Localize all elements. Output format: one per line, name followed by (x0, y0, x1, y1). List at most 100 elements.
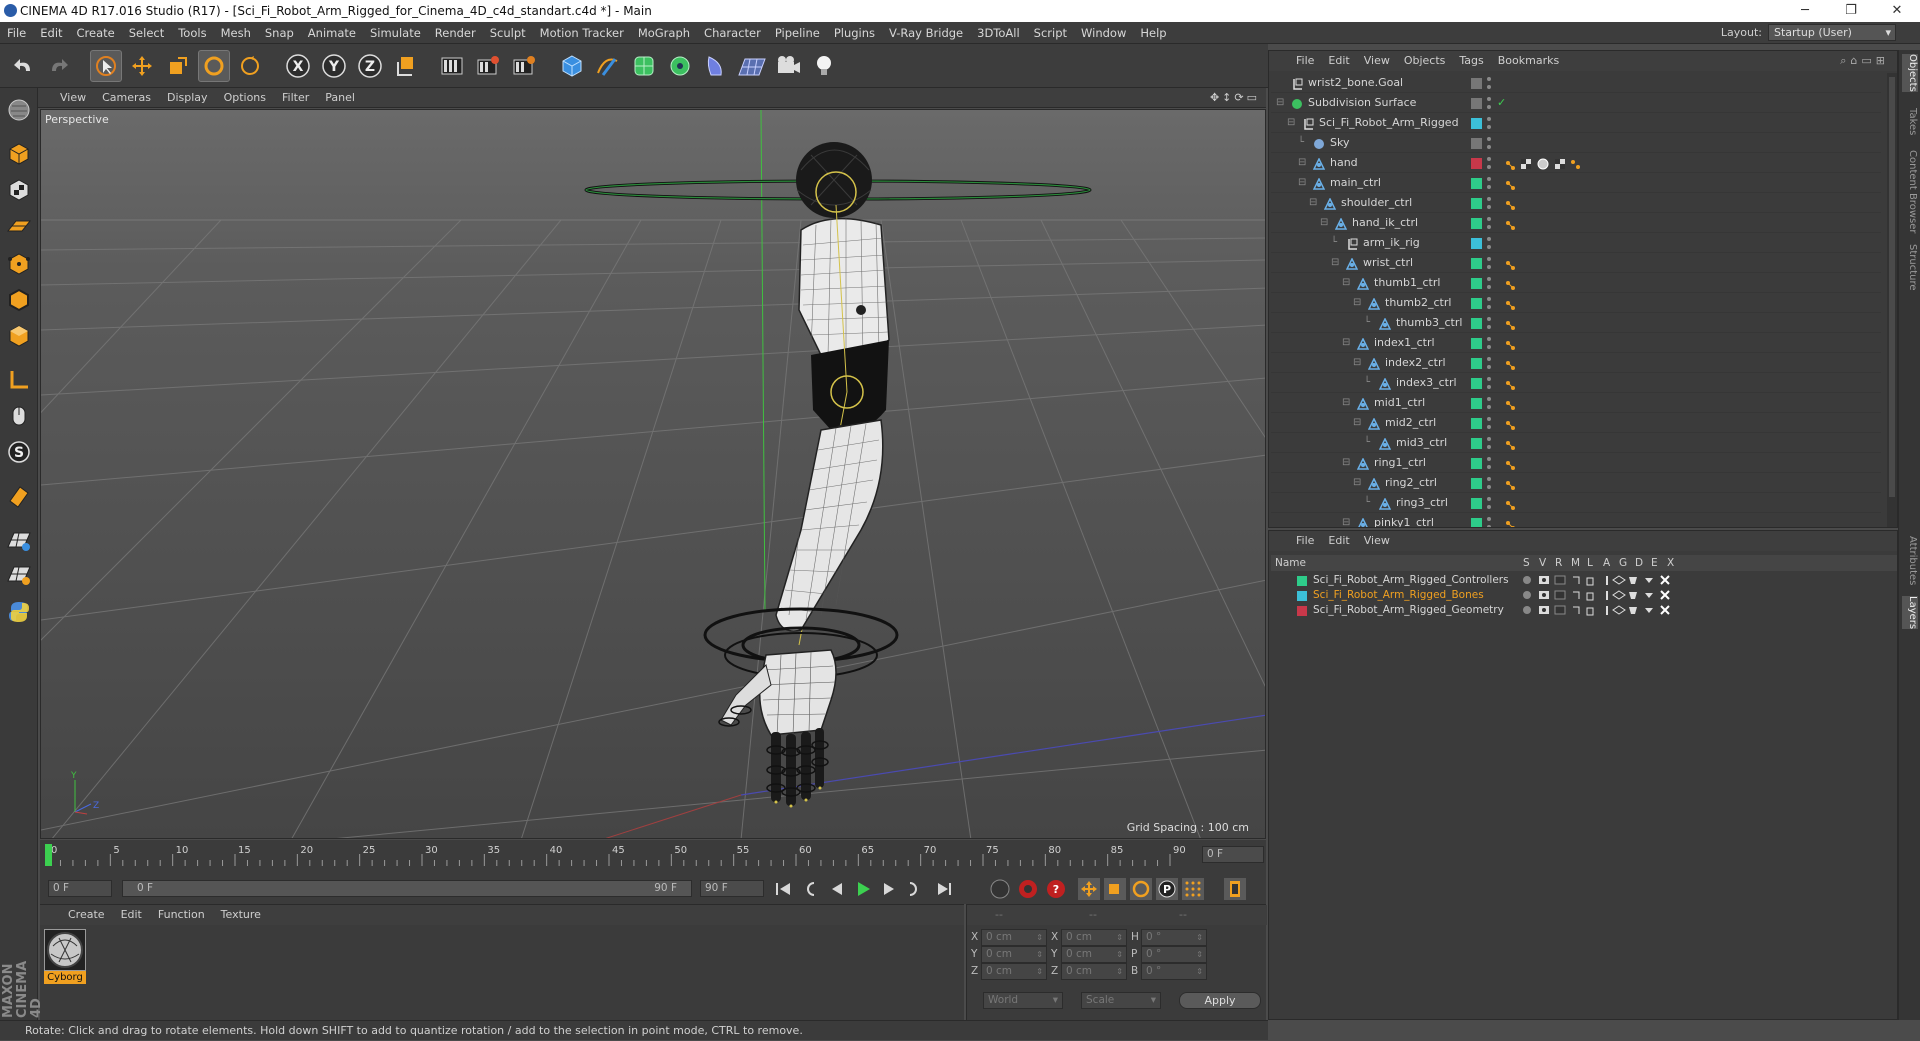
layer-color-swatch[interactable] (1471, 458, 1482, 469)
tab-takes[interactable]: Takes (1902, 108, 1918, 135)
layer-color-swatch[interactable] (1471, 278, 1482, 289)
menu-mesh[interactable]: Mesh (214, 22, 258, 44)
tree-expander-icon[interactable]: ⊟ (1353, 353, 1361, 373)
object-row[interactable]: ⊟ pinky1_ctrl (1271, 513, 1881, 527)
play-button[interactable] (858, 882, 870, 896)
cube-object-button[interactable] (556, 50, 588, 82)
menu-render[interactable]: Render (428, 22, 483, 44)
frame-range-slider[interactable]: 0 F 90 F (122, 880, 692, 897)
layer-color-swatch[interactable] (1471, 78, 1482, 89)
editor-visibility-dot[interactable] (1487, 97, 1491, 101)
apply-button[interactable]: Apply (1179, 992, 1261, 1009)
object-row[interactable]: ⊟ mid1_ctrl (1271, 393, 1881, 413)
layer-color-swatch[interactable] (1471, 338, 1482, 349)
menu-v-ray-bridge[interactable]: V-Ray Bridge (882, 22, 970, 44)
ik-tag-icon[interactable] (1505, 398, 1516, 410)
render-visibility-dot[interactable] (1487, 445, 1491, 449)
coord-position-field[interactable]: 0 cm ⇕ (981, 963, 1047, 980)
x-axis-lock[interactable]: X (282, 50, 314, 82)
workplane-mode-button[interactable] (3, 210, 35, 242)
object-row[interactable]: ⊟ Sci_Fi_Robot_Arm_Rigged (1271, 113, 1881, 133)
layout-dropdown[interactable]: Startup (User) ▾ (1768, 24, 1896, 41)
material-menu-function[interactable]: Function (150, 905, 213, 925)
menu-simulate[interactable]: Simulate (363, 22, 428, 44)
render-visibility-dot[interactable] (1487, 145, 1491, 149)
object-row[interactable]: ⊟ thumb2_ctrl (1271, 293, 1881, 313)
editor-visibility-dot[interactable] (1487, 177, 1491, 181)
coord-rotation-field[interactable]: 0 ° ⇕ (1141, 929, 1207, 946)
tree-expander-icon[interactable]: ⊟ (1342, 333, 1350, 353)
tree-expander-icon[interactable]: └ (1364, 433, 1370, 453)
editor-visibility-dot[interactable] (1487, 257, 1491, 261)
tree-expander-icon[interactable]: ⊟ (1342, 393, 1350, 413)
material-name[interactable]: Cyborg (44, 971, 86, 984)
make-editable-button[interactable] (3, 94, 35, 126)
layer-color-swatch[interactable] (1471, 178, 1482, 189)
render-visibility-dot[interactable] (1487, 245, 1491, 249)
menu-snap[interactable]: Snap (258, 22, 301, 44)
layer-column-r[interactable]: R (1555, 555, 1562, 571)
object-menu-view[interactable]: View (1357, 51, 1397, 71)
editor-visibility-dot[interactable] (1487, 357, 1491, 361)
tree-expander-icon[interactable]: ⊟ (1298, 173, 1306, 193)
object-row[interactable]: └ ring3_ctrl (1271, 493, 1881, 513)
layer-color-swatch[interactable] (1471, 218, 1482, 229)
viewport-menu-view[interactable]: View (52, 88, 94, 108)
coordinate-system-button[interactable] (390, 50, 422, 82)
axis-mode-button[interactable] (3, 364, 35, 396)
layer-color-swatch[interactable] (1471, 438, 1482, 449)
object-row[interactable]: ⊟ Subdivision Surface ✓ (1271, 93, 1881, 113)
scale-mode-dropdown[interactable]: Scale ▾ (1081, 992, 1161, 1009)
object-row[interactable]: ⊟ ring2_ctrl (1271, 473, 1881, 493)
polygons-mode-button[interactable] (3, 320, 35, 352)
layer-row[interactable]: Sci_Fi_Robot_Arm_Rigged_Bones (1271, 588, 1897, 603)
undo-button[interactable] (8, 50, 40, 82)
material-menu-edit[interactable]: Edit (113, 905, 150, 925)
texture-mode-button[interactable] (3, 174, 35, 206)
tree-expander-icon[interactable]: ⊟ (1353, 293, 1361, 313)
layer-color-swatch[interactable] (1471, 358, 1482, 369)
cloner-button[interactable] (664, 50, 696, 82)
layer-color-swatch[interactable] (1297, 606, 1307, 616)
menu-motion-tracker[interactable]: Motion Tracker (533, 22, 631, 44)
object-manager-tools[interactable]: ⌕⌂▭⊞ (1840, 54, 1889, 68)
ik-tag-icon[interactable] (1505, 158, 1516, 170)
key-scale-toggle[interactable] (1104, 878, 1126, 900)
ik-tag-icon[interactable] (1505, 338, 1516, 350)
ik-tag-icon[interactable] (1505, 178, 1516, 190)
object-row[interactable]: ⊟ ring1_ctrl (1271, 453, 1881, 473)
menu-sculpt[interactable]: Sculpt (483, 22, 533, 44)
tree-expander-icon[interactable]: └ (1298, 133, 1304, 153)
layer-column-s[interactable]: S (1523, 555, 1530, 571)
key-pla-toggle[interactable] (1182, 878, 1204, 900)
go-to-end-button[interactable] (938, 883, 951, 895)
menu-plugins[interactable]: Plugins (827, 22, 882, 44)
close-button[interactable]: ✕ (1874, 0, 1920, 22)
menu-script[interactable]: Script (1027, 22, 1074, 44)
recent-tool[interactable] (234, 50, 266, 82)
material-menu-create[interactable]: Create (60, 905, 113, 925)
rotate-tool[interactable] (198, 50, 230, 82)
live-selection-tool[interactable] (90, 50, 122, 82)
editor-visibility-dot[interactable] (1487, 137, 1491, 141)
ik-tag-icon[interactable] (1505, 498, 1516, 510)
ik-tag-icon[interactable] (1505, 518, 1516, 527)
camera-button[interactable] (772, 50, 804, 82)
editor-visibility-dot[interactable] (1487, 117, 1491, 121)
editor-visibility-dot[interactable] (1487, 337, 1491, 341)
object-manager-scrollbar[interactable] (1887, 73, 1897, 527)
render-visibility-dot[interactable] (1487, 285, 1491, 289)
layer-color-swatch[interactable] (1471, 518, 1482, 527)
ik-tag-icon[interactable] (1505, 218, 1516, 230)
object-menu-objects[interactable]: Objects (1397, 51, 1453, 71)
layer-color-swatch[interactable] (1471, 498, 1482, 509)
tree-expander-icon[interactable]: └ (1364, 373, 1370, 393)
viewport-menu-filter[interactable]: Filter (274, 88, 317, 108)
tree-expander-icon[interactable]: ⊟ (1342, 453, 1350, 473)
object-row[interactable]: ⊟ hand_ik_ctrl (1271, 213, 1881, 233)
editor-visibility-dot[interactable] (1487, 497, 1491, 501)
ik-tag-icon[interactable] (1505, 418, 1516, 430)
subdivision-surface-button[interactable] (628, 50, 660, 82)
enabled-check-icon[interactable]: ✓ (1497, 93, 1506, 113)
end-frame-field[interactable]: 90 F (700, 880, 764, 897)
